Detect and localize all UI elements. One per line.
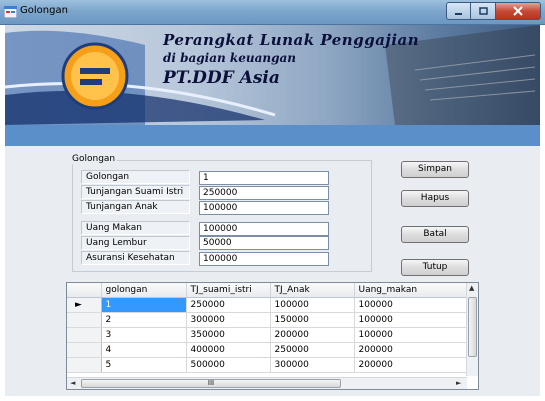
minimize-button[interactable]	[446, 2, 471, 20]
minimize-icon	[455, 12, 462, 15]
vertical-scroll-thumb[interactable]	[468, 297, 477, 357]
app-icon	[4, 6, 17, 18]
banner-line-3: PT.DDF Asia	[163, 68, 280, 88]
simpan-button[interactable]: Simpan	[401, 161, 469, 178]
groupbox-title: Golongan	[70, 154, 118, 164]
table-row[interactable]: 5 500000 300000 200000	[67, 357, 468, 373]
column-header-tj-anak[interactable]: TJ_Anak	[270, 283, 355, 298]
table-cell[interactable]: 100000	[354, 297, 468, 313]
vertical-scrollbar[interactable]: ▲	[466, 283, 478, 376]
table-cell[interactable]: 250000	[270, 342, 355, 358]
maximize-button[interactable]	[471, 2, 496, 20]
asuransi-kesehatan-label: Asuransi Kesehatan	[81, 251, 190, 265]
uang-lembur-input[interactable]: 50000	[199, 236, 329, 250]
table-cell[interactable]: 350000	[186, 327, 271, 343]
window-title: Golongan	[20, 5, 68, 16]
scroll-right-icon[interactable]: ►	[456, 379, 461, 387]
row-header[interactable]	[67, 342, 102, 358]
batal-button[interactable]: Batal	[401, 226, 469, 243]
banner-line-2: di bagian keuangan	[163, 51, 296, 65]
header-banner: Perangkat Lunak Penggajian di bagian keu…	[5, 25, 540, 125]
table-cell[interactable]: 200000	[354, 357, 468, 373]
table-row[interactable]: ► 1 250000 100000 100000	[67, 297, 468, 313]
table-cell[interactable]: 250000	[186, 297, 271, 313]
table-cell[interactable]: 400000	[186, 342, 271, 358]
maximize-icon	[478, 6, 488, 15]
table-cell[interactable]: 500000	[186, 357, 271, 373]
grid-header-row: golongan TJ_suami_istri TJ_Anak Uang_mak…	[67, 283, 468, 298]
tunjangan-anak-input[interactable]: 100000	[199, 201, 329, 215]
table-cell[interactable]: 200000	[270, 327, 355, 343]
banner-line-1: Perangkat Lunak Penggajian	[163, 31, 420, 49]
header-strip	[5, 125, 540, 146]
table-cell[interactable]: 5	[101, 357, 187, 373]
table-cell[interactable]: 150000	[270, 312, 355, 328]
horizontal-scroll-thumb[interactable]: III	[81, 379, 341, 388]
golongan-input[interactable]: 1	[199, 171, 329, 185]
tunjangan-anak-label: Tunjangan Anak	[81, 200, 190, 214]
close-button[interactable]	[496, 2, 541, 20]
logo-icon	[61, 42, 129, 110]
close-icon	[513, 6, 523, 16]
table-cell[interactable]: 100000	[354, 312, 468, 328]
tunjangan-suami-istri-label: Tunjangan Suami Istri	[81, 185, 190, 199]
title-bar: Golongan	[0, 0, 545, 25]
tutup-button[interactable]: Tutup	[401, 259, 469, 276]
table-cell[interactable]: 100000	[354, 327, 468, 343]
table-cell[interactable]: 4	[101, 342, 187, 358]
table-cell[interactable]: 300000	[186, 312, 271, 328]
tunjangan-suami-istri-input[interactable]: 250000	[199, 186, 329, 200]
table-cell[interactable]: 3	[101, 327, 187, 343]
golongan-label: Golongan	[81, 170, 190, 184]
row-header[interactable]	[67, 312, 102, 328]
uang-makan-input[interactable]: 100000	[199, 222, 329, 236]
scroll-up-icon[interactable]: ▲	[469, 284, 474, 292]
uang-makan-label: Uang Makan	[81, 221, 190, 235]
grid-table: golongan TJ_suami_istri TJ_Anak Uang_mak…	[67, 283, 468, 373]
column-header-uang-makan[interactable]: Uang_makan	[354, 283, 468, 298]
asuransi-kesehatan-input[interactable]: 100000	[199, 252, 329, 266]
hapus-button[interactable]: Hapus	[401, 190, 469, 207]
table-cell[interactable]: 200000	[354, 342, 468, 358]
table-cell[interactable]: 2	[101, 312, 187, 328]
row-header[interactable]	[67, 327, 102, 343]
table-cell[interactable]: 1	[101, 297, 187, 313]
column-header-golongan[interactable]: golongan	[101, 283, 187, 298]
table-row[interactable]: 3 350000 200000 100000	[67, 327, 468, 343]
table-cell[interactable]: 300000	[270, 357, 355, 373]
table-cell[interactable]: 100000	[270, 297, 355, 313]
uang-lembur-label: Uang Lembur	[81, 236, 190, 250]
grid-corner-cell	[67, 283, 102, 298]
scroll-left-icon[interactable]: ◄	[70, 379, 75, 387]
column-header-tj-suami-istri[interactable]: TJ_suami_istri	[186, 283, 271, 298]
horizontal-scrollbar[interactable]: ◄ III ►	[67, 377, 467, 389]
table-row[interactable]: 4 400000 250000 200000	[67, 342, 468, 358]
row-header[interactable]	[67, 357, 102, 373]
golongan-data-grid[interactable]: golongan TJ_suami_istri TJ_Anak Uang_mak…	[66, 282, 479, 390]
table-row[interactable]: 2 300000 150000 100000	[67, 312, 468, 328]
current-row-marker-icon[interactable]: ►	[67, 297, 102, 313]
